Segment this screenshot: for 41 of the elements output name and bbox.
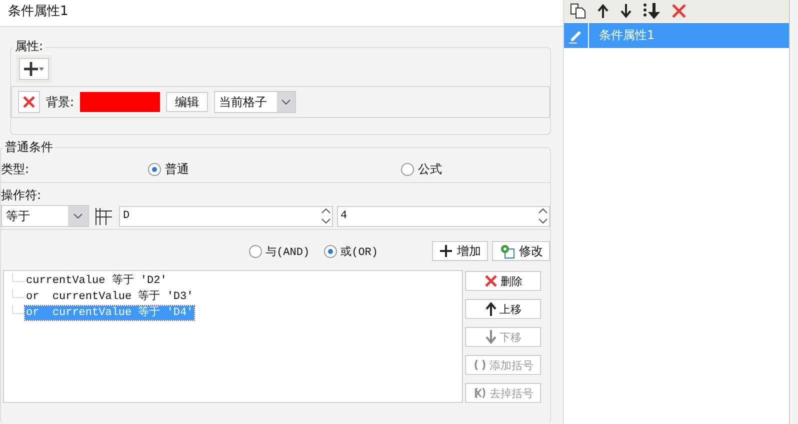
radio-option[interactable]: 公式 [401,160,442,178]
operator-label: 操作符: [1,186,42,204]
up-button[interactable]: 上移 [465,299,541,319]
add-button[interactable]: 增加 [432,241,488,261]
value-field[interactable]: D [119,206,332,226]
panel-title: 条件属性1 [0,0,563,27]
radio-option[interactable]: 或(OR) [324,244,378,258]
grid-icon[interactable] [95,207,113,225]
group-label: 属性: [13,38,46,55]
delete-button[interactable]: 删除 [465,271,541,291]
brackets-icon [472,386,486,400]
scope-dropdown[interactable]: 当前格子 [214,91,296,113]
group-label: 普通条件 [3,139,55,156]
chevron-down-icon [73,213,83,219]
background-label: 背景: [46,94,74,110]
remove-button[interactable] [18,91,40,113]
brackets-icon [472,358,486,372]
modify-button[interactable]: 修改 [492,241,550,261]
chevron-down-icon [281,99,292,105]
move-to-bottom-icon[interactable] [643,3,661,19]
spinner-icon[interactable] [320,206,332,226]
close-icon [484,274,498,288]
operator-dropdown[interactable]: 等于 [1,205,89,227]
plus-icon [439,244,453,258]
color-swatch[interactable] [80,92,160,112]
up-arrow-icon [484,302,496,316]
down-arrow-icon [484,330,496,344]
condition-item[interactable]: currentValue 等于 'D2' [25,274,168,288]
close-icon[interactable] [672,4,686,18]
condition-item[interactable]: or currentValue 等于 'D3' [25,290,194,304]
spinner-icon[interactable] [537,206,549,226]
up-arrow-icon[interactable] [597,4,609,18]
radio-option[interactable]: 普通 [148,160,189,178]
add-menu-button[interactable] [19,58,49,80]
value-field[interactable]: 4 [336,206,550,226]
radio-option[interactable]: 与(AND) [248,244,310,258]
close-icon [22,95,36,109]
down-arrow-icon[interactable] [620,4,632,18]
type-label: 类型: [1,160,30,178]
edit-button[interactable]: 编辑 [166,92,208,112]
copy-icon[interactable] [570,3,586,19]
